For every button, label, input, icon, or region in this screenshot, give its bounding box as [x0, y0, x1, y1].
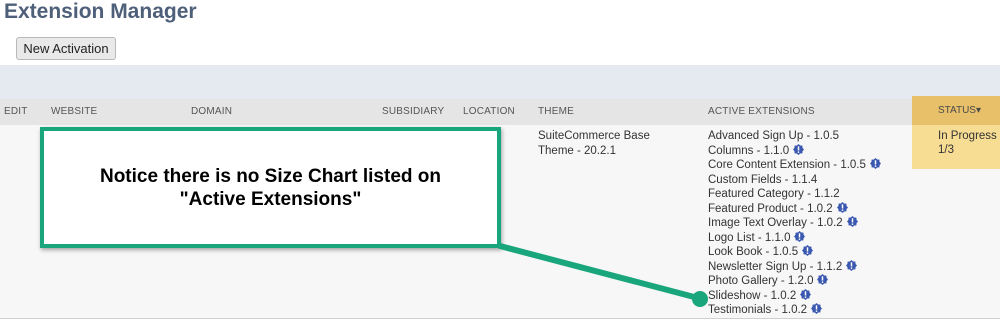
extension-label: Testimonials - 1.0.2	[708, 304, 808, 316]
column-header-location[interactable]: LOCATION	[463, 99, 515, 125]
column-header-subsidiary[interactable]: SUBSIDIARY	[382, 99, 444, 125]
extension-label: Columns - 1.1.0	[708, 144, 790, 157]
extension-item: Testimonials - 1.0.2	[708, 303, 881, 318]
extension-item: Featured Category - 1.1.2	[708, 187, 881, 202]
extension-item: Columns - 1.1.0	[708, 143, 881, 159]
info-badge-icon[interactable]	[846, 216, 858, 227]
column-header-domain[interactable]: DOMAIN	[191, 99, 232, 125]
extension-label: Newsletter Sign Up - 1.1.2	[708, 260, 843, 273]
column-header-theme[interactable]: THEME	[538, 99, 574, 125]
annotation-line-1: Notice there is no Size Chart listed on	[99, 166, 441, 187]
extension-label: Core Content Extension - 1.0.5	[708, 159, 866, 171]
active-extensions-list: Advanced Sign Up - 1.0.5 Columns - 1.1.0 C…	[708, 129, 881, 318]
annotation-callout: Notice there is no Size Chart listed on …	[40, 127, 501, 248]
extension-item: Newsletter Sign Up - 1.1.2	[708, 259, 881, 275]
column-header-active-extensions[interactable]: ACTIVE EXTENSIONS	[708, 99, 815, 125]
extension-label: Slideshow - 1.0.2	[708, 289, 797, 302]
extension-label: Logo List - 1.1.0	[708, 231, 791, 244]
status-text: In Progress 1/3	[938, 130, 997, 156]
extension-label: Featured Product - 1.0.2	[708, 202, 833, 215]
info-badge-icon[interactable]	[846, 259, 858, 271]
extension-item: Featured Product - 1.0.2	[708, 201, 881, 217]
status-cell: In Progress 1/3	[912, 125, 1000, 169]
column-header-edit[interactable]: EDIT	[4, 99, 28, 125]
info-badge-icon[interactable]	[811, 303, 823, 314]
annotation-text: Notice there is no Size Chart listed on …	[44, 165, 497, 211]
info-badge-icon[interactable]	[793, 143, 805, 155]
extension-item: Logo List - 1.1.0	[708, 230, 881, 246]
info-badge-icon[interactable]	[869, 158, 881, 169]
extension-item: Look Book - 1.0.5	[708, 245, 881, 260]
filter-band	[0, 65, 1000, 99]
extension-item: Photo Gallery - 1.2.0	[708, 274, 881, 289]
info-badge-icon[interactable]	[817, 274, 829, 285]
info-badge-icon[interactable]	[836, 201, 848, 213]
row-divider	[0, 318, 1000, 319]
table-header: EDIT WEBSITE DOMAIN SUBSIDIARY LOCATION …	[0, 96, 1000, 125]
extension-label: Featured Category - 1.1.2	[708, 188, 840, 200]
column-header-status-label: STATUS▾	[938, 105, 981, 116]
new-activation-button[interactable]: New Activation	[16, 37, 116, 60]
column-header-status[interactable]: STATUS▾	[912, 96, 1000, 125]
info-badge-icon[interactable]	[802, 245, 814, 256]
annotation-line-2: "Active Extensions"	[179, 189, 362, 210]
extension-label: Custom Fields - 1.1.4	[708, 173, 818, 186]
extension-label: Advanced Sign Up - 1.0.5	[708, 130, 840, 142]
extension-item: Slideshow - 1.0.2	[708, 288, 881, 304]
theme-cell: SuiteCommerce Base Theme - 20.2.1	[538, 130, 650, 157]
info-badge-icon[interactable]	[794, 230, 806, 242]
extension-item: Core Content Extension - 1.0.5	[708, 158, 881, 173]
extension-item: Image Text Overlay - 1.0.2	[708, 216, 881, 231]
page-title: Extension Manager	[4, 0, 197, 23]
extension-label: Photo Gallery - 1.2.0	[708, 275, 814, 287]
column-header-website[interactable]: WEBSITE	[51, 99, 97, 125]
extension-label: Look Book - 1.0.5	[708, 246, 799, 258]
extension-label: Image Text Overlay - 1.0.2	[708, 217, 843, 229]
extension-item: Advanced Sign Up - 1.0.5	[708, 129, 881, 144]
extension-item: Custom Fields - 1.1.4	[708, 173, 881, 188]
info-badge-icon[interactable]	[800, 288, 812, 300]
